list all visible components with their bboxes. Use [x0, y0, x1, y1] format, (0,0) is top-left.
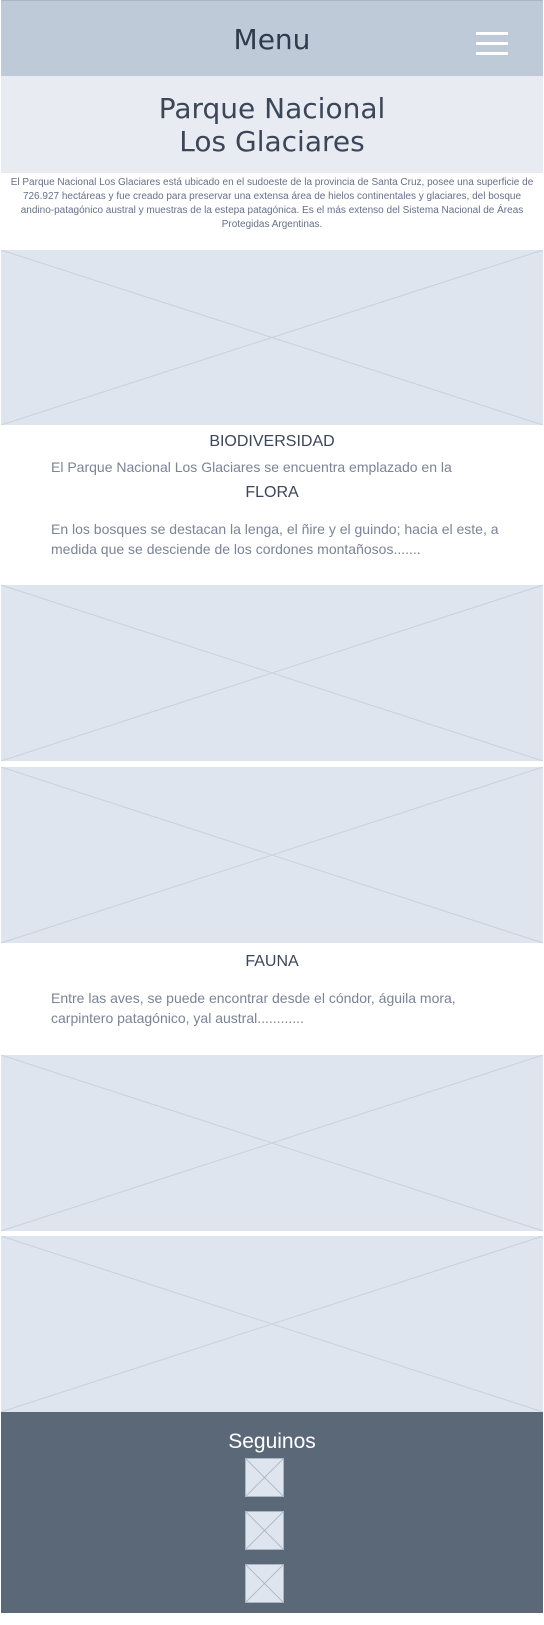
menu-title: Menu [233, 22, 311, 56]
footer: Seguinos [1, 1412, 543, 1613]
image-placeholder-5 [1, 1236, 543, 1412]
flora-text: En los bosques se destacan la lenga, el … [51, 521, 499, 557]
image-placeholder-1 [1, 250, 543, 425]
flora-heading: FLORA [245, 484, 299, 501]
image-placeholder-3 [1, 767, 543, 943]
hamburger-menu-icon[interactable] [476, 32, 508, 56]
social-icon-3[interactable] [245, 1564, 284, 1603]
fauna-text: Entre las aves, se puede encontrar desde… [51, 990, 456, 1026]
image-placeholder-2 [1, 585, 543, 761]
page-title-line-2: Los Glaciares [179, 124, 365, 158]
footer-title: Seguinos [228, 1430, 316, 1453]
biodiversidad-heading: BIODIVERSIDAD [209, 433, 335, 450]
social-icon-1[interactable] [245, 1458, 284, 1497]
top-bar: Menu [1, 0, 543, 77]
image-placeholder-4 [1, 1055, 543, 1231]
social-icon-2[interactable] [245, 1511, 284, 1550]
biodiversidad-text: El Parque Nacional Los Glaciares se encu… [51, 459, 452, 475]
page-title-block: Parque Nacional Los Glaciares [1, 76, 543, 173]
intro-text: El Parque Nacional Los Glaciares está ub… [10, 177, 534, 230]
page-title-line-1: Parque Nacional [158, 91, 386, 125]
fauna-heading: FAUNA [245, 953, 299, 970]
page-title: Parque Nacional Los Glaciares [159, 92, 386, 158]
